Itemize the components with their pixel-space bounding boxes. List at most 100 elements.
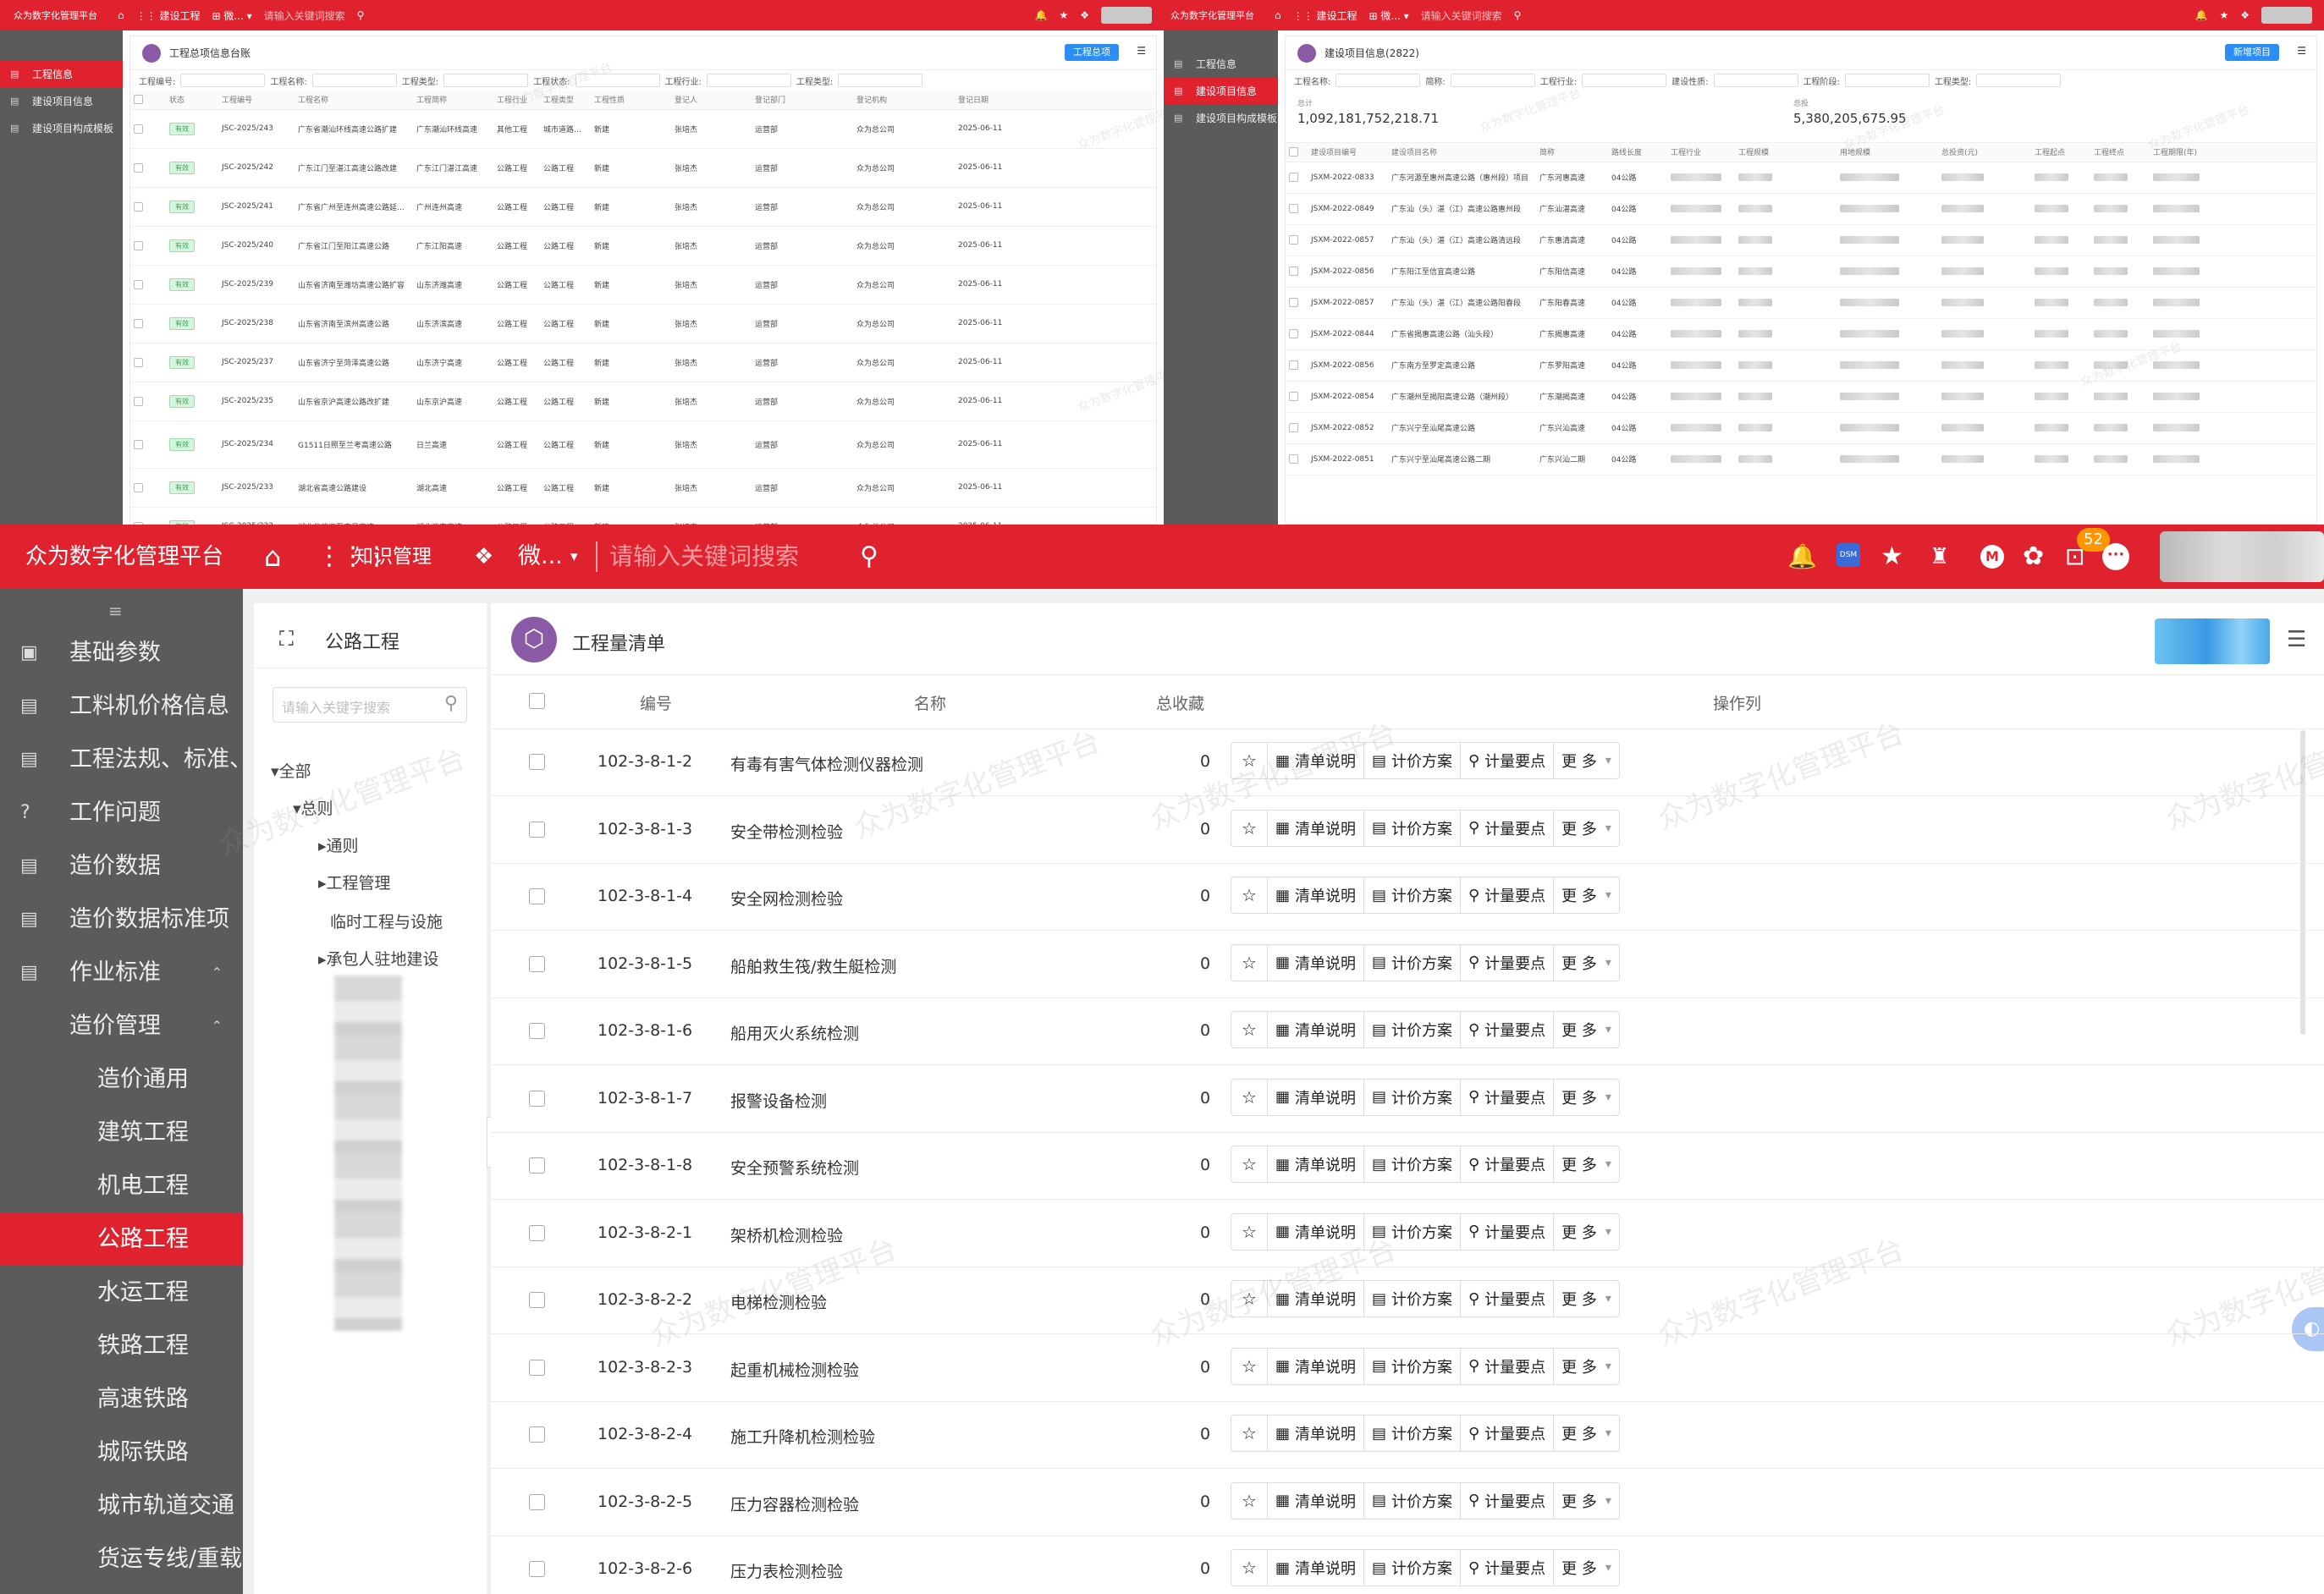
flower-icon[interactable]: ✿ <box>2023 525 2044 589</box>
measure-points-button[interactable]: ⚲ 计量要点 <box>1461 877 1555 913</box>
star-icon[interactable]: ★ <box>2219 9 2228 21</box>
table-row[interactable]: 102-3-8-2-4 施工升降机检测检验 0 ☆ ▦ 清单说明 ▤ 计价方案 ⚲ 计量要点更 多… <box>491 1401 2324 1468</box>
menu-icon[interactable]: ☰ <box>2297 45 2306 57</box>
table-row[interactable]: 有效 JSC-2025/243 广东省潮汕环线高速公路扩建 广东潮汕环线高速 其他工程城… <box>130 109 1156 149</box>
measure-points-button[interactable]: ⚲ 计量要点 <box>1461 1281 1555 1316</box>
table-row[interactable]: JSXM-2022-0851 广东兴宁至汕尾高速公路二期 广东兴汕二期 04公路 <box>1286 443 2316 475</box>
menu-icon[interactable]: ☰ <box>1137 45 1146 57</box>
table-row[interactable]: JSXM-2022-0854 广东潮州至揭阳高速公路（潮州段） 广东潮揭高速 04公路 <box>1286 381 2316 413</box>
pricing-plan-button[interactable]: ▤ 计价方案 <box>1364 1415 1461 1451</box>
column-header[interactable]: 用地规模 <box>1837 143 1938 162</box>
sidebar-item[interactable]: 铁路工程 <box>0 1319 243 1372</box>
pricing-plan-button[interactable]: ▤ 计价方案 <box>1364 944 1461 981</box>
filter-input[interactable] <box>575 74 660 87</box>
table-row[interactable]: JSXM-2022-0856 广东南方至罗定高速公路 广东罗阳高速 04公路 <box>1286 349 2316 382</box>
spec-button[interactable]: ▦ 清单说明 <box>1268 1550 1364 1586</box>
add-project-button[interactable]: 新增项目 <box>2225 44 2279 61</box>
dsm-icon[interactable]: DSM <box>1837 543 1860 567</box>
column-header[interactable]: 建设项目编号 <box>1308 143 1388 162</box>
row-checkbox[interactable] <box>1289 298 1298 307</box>
table-row[interactable]: JSXM-2022-0857 广东汕（头）湛（江）高速公路阳春段 广东阳春高速 04公… <box>1286 287 2316 319</box>
row-checkbox[interactable] <box>529 754 545 770</box>
more-dropdown[interactable]: 更 多 ▾ <box>1554 743 1619 778</box>
favorite-button[interactable]: ☆ <box>1231 1213 1268 1250</box>
more-dropdown[interactable]: 更 多 ▾ <box>1554 811 1619 846</box>
tree-node-contractor[interactable]: ▸承包人驻地建设 <box>318 947 439 970</box>
favorite-button[interactable]: ☆ <box>1231 944 1268 981</box>
table-row[interactable]: 有效 JSC-2025/237 山东省济宁至菏泽高速公路 山东济宁高速 公路工程 公路工程… <box>130 343 1156 382</box>
nav-micro[interactable]: ⊞ 微... ▾ <box>1369 8 1408 23</box>
tree-node-general[interactable]: ▾总则 <box>293 796 333 819</box>
table-row[interactable]: 102-3-8-2-3 起重机械检测检验 0 ☆ ▦ 清单说明 ▤ 计价方案 ⚲ 计量要点更 多 ▾ <box>491 1334 2324 1401</box>
row-checkbox[interactable] <box>1289 329 1298 338</box>
more-dropdown[interactable]: 更 多 ▾ <box>1554 1080 1619 1115</box>
nav-knowledge[interactable]: 知识管理 <box>354 525 432 589</box>
more-dropdown[interactable]: 更 多 ▾ <box>1554 1281 1619 1316</box>
favorite-button[interactable]: ☆ <box>1231 810 1268 846</box>
table-row[interactable]: 有效 JSC-2025/239 山东省济南至潍坊高速公路扩容 山东济潍高速 公路工程 公路… <box>130 265 1156 305</box>
pricing-plan-button[interactable]: ▤ 计价方案 <box>1364 1213 1461 1250</box>
favorite-button[interactable]: ☆ <box>1231 1079 1268 1115</box>
table-row[interactable]: 102-3-8-2-1 架桥机检测检验 0 ☆ ▦ 清单说明 ▤ 计价方案 ⚲ 计量要点更 多 ▾ <box>491 1200 2324 1267</box>
sidebar-item[interactable]: ▤ 造价数据 <box>0 839 243 893</box>
favorite-button[interactable]: ☆ <box>1231 1281 1268 1316</box>
table-row[interactable]: 102-3-8-2-5 压力容器检测检验 0 ☆ ▦ 清单说明 ▤ 计价方案 ⚲ 计量要点更 多 ▾ <box>491 1469 2324 1536</box>
nav-micro[interactable]: ⊞ 微... ▾ <box>212 8 251 23</box>
spec-button[interactable]: ▦ 清单说明 <box>1268 1415 1364 1451</box>
apps-icon[interactable]: ⋮⋮ 建设工程 <box>136 8 201 23</box>
grid-icon[interactable]: ❖ <box>2240 9 2250 21</box>
row-checkbox[interactable] <box>1289 360 1298 370</box>
favorite-button[interactable]: ☆ <box>1231 1550 1268 1586</box>
sidebar-item[interactable]: 货运专线/重载 <box>0 1532 243 1586</box>
filter-input[interactable] <box>1335 74 1421 87</box>
favorite-button[interactable]: ☆ <box>1231 1415 1268 1451</box>
row-checkbox[interactable] <box>134 124 143 134</box>
grid-icon[interactable]: ❖ <box>1080 9 1089 21</box>
table-row[interactable]: 102-3-8-1-5 船舶救生筏/救生艇检测 0 ☆ ▦ 清单说明 ▤ 计价方案 ⚲ 计量要点更… <box>491 931 2324 998</box>
favorite-button[interactable]: ☆ <box>1231 1146 1268 1182</box>
row-checkbox[interactable] <box>1289 392 1298 401</box>
table-row[interactable]: JSXM-2022-0856 广东阳江至信宜高速公路 广东阳信高速 04公路 <box>1286 256 2316 288</box>
column-header[interactable]: 工程终点 <box>2090 143 2150 162</box>
filter-input[interactable] <box>706 74 791 87</box>
measure-points-button[interactable]: ⚲ 计量要点 <box>1461 1079 1555 1115</box>
measure-points-button[interactable]: ⚲ 计量要点 <box>1461 1213 1555 1250</box>
apps-icon[interactable]: ⋮⋮ 建设工程 <box>1293 8 1358 23</box>
column-header[interactable]: 工程名称 <box>295 91 413 110</box>
list-menu-icon[interactable]: ☰ <box>2287 627 2306 652</box>
filter-input[interactable] <box>1713 74 1798 87</box>
row-checkbox[interactable] <box>529 1426 545 1443</box>
column-header[interactable]: 工程编号 <box>218 91 295 110</box>
more-dropdown[interactable]: 更 多 ▾ <box>1554 945 1619 981</box>
avatar[interactable] <box>1101 7 1152 24</box>
pricing-plan-button[interactable]: ▤ 计价方案 <box>1364 1146 1461 1182</box>
bell-icon[interactable]: 🔔 <box>1787 525 1817 589</box>
more-dropdown[interactable]: 更 多 ▾ <box>1554 1214 1619 1250</box>
row-checkbox[interactable] <box>529 1292 545 1308</box>
spec-button[interactable]: ▦ 清单说明 <box>1268 1012 1364 1047</box>
favorite-button[interactable]: ☆ <box>1231 743 1268 778</box>
filter-input[interactable] <box>1450 74 1535 87</box>
row-checkbox[interactable] <box>1289 454 1298 464</box>
table-row[interactable]: 102-3-8-2-2 电梯检测检验 0 ☆ ▦ 清单说明 ▤ 计价方案 ⚲ 计量要点更 多 ▾ <box>491 1267 2324 1333</box>
more-dropdown[interactable]: 更 多 ▾ <box>1554 1349 1619 1384</box>
favorite-button[interactable]: ☆ <box>1231 1482 1268 1519</box>
table-row[interactable]: 有效 JSC-2025/241 广东省广州至连州高速公路延长线 广州连州高速 公路工程公… <box>130 187 1156 227</box>
spec-button[interactable]: ▦ 清单说明 <box>1268 1213 1364 1250</box>
pricing-plan-button[interactable]: ▤ 计价方案 <box>1364 877 1461 913</box>
measure-points-button[interactable]: ⚲ 计量要点 <box>1461 944 1555 981</box>
row-checkbox[interactable] <box>529 821 545 838</box>
tree-search-input[interactable]: 请输入关键字搜索 ⚲ <box>273 687 467 723</box>
column-header[interactable]: 工程类型 <box>540 91 591 110</box>
table-row[interactable]: 102-3-8-1-3 安全带检测检验 0 ☆ ▦ 清单说明 ▤ 计价方案 ⚲ 计量要点更 多 ▾ <box>491 796 2324 863</box>
more-dropdown[interactable]: 更 多 ▾ <box>1554 1483 1619 1519</box>
chevron-up-icon[interactable]: ⌃ <box>212 946 223 999</box>
table-row[interactable]: 有效 JSC-2025/238 山东省济南至滨州高速公路 山东济滨高速 公路工程 公路工程… <box>130 304 1156 344</box>
m-icon[interactable]: M <box>1980 545 2004 569</box>
sidebar-item[interactable]: 城市轨道交通 <box>0 1479 243 1532</box>
pricing-plan-button[interactable]: ▤ 计价方案 <box>1364 810 1461 846</box>
table-row[interactable]: 102-3-8-2-6 压力表检测检验 0 ☆ ▦ 清单说明 ▤ 计价方案 ⚲ 计量要点更 多 ▾ <box>491 1536 2324 1594</box>
row-checkbox[interactable] <box>1289 204 1298 213</box>
column-header[interactable]: 工程起点 <box>2031 143 2090 162</box>
filter-input[interactable] <box>1582 74 1667 87</box>
